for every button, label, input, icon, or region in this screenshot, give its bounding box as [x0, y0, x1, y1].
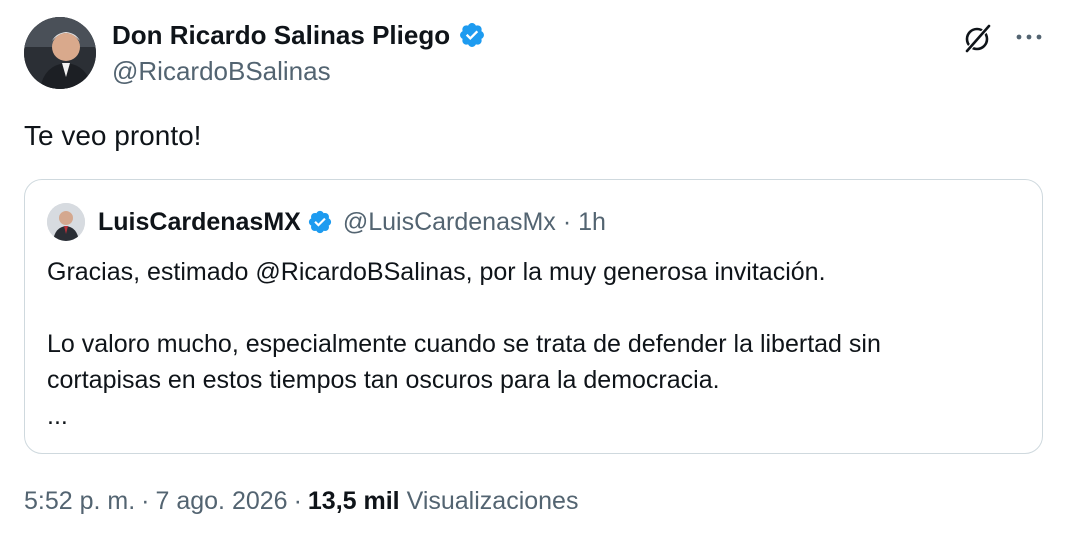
quoted-tweet-header: LuisCardenasMX @LuisCardenasMx · 1h — [98, 206, 606, 238]
author-avatar[interactable] — [24, 17, 96, 89]
quoted-tweet-time[interactable]: 1h — [578, 206, 606, 238]
verified-badge-icon — [308, 210, 331, 234]
tweet-meta: 5:52 p. m. · 7 ago. 2026 · 13,5 mil Visualiz… — [24, 484, 578, 518]
tweet-date[interactable]: 7 ago. 2026 — [156, 487, 288, 515]
quoted-paragraph-2-line-2: cortapisas en estos tiempos tan oscuros … — [47, 366, 720, 394]
verified-badge-icon — [460, 23, 485, 47]
author-name-row[interactable]: Don Ricardo Salinas Pliego — [112, 20, 486, 50]
tweet-time[interactable]: 5:52 p. m. — [24, 487, 135, 515]
more-options-icon[interactable] — [1012, 22, 1046, 52]
tweet-card: Don Ricardo Salinas Pliego @RicardoBSali… — [0, 0, 1074, 536]
quoted-author-name[interactable]: LuisCardenasMX — [98, 206, 301, 238]
quoted-author-avatar-image — [47, 203, 85, 241]
views-label: Visualizaciones — [406, 487, 579, 515]
quoted-tweet-text: Gracias, estimado @RicardoBSalinas, por … — [47, 254, 1007, 434]
quoted-author-avatar[interactable] — [47, 203, 85, 241]
quoted-ellipsis: ... — [47, 402, 68, 430]
quoted-paragraph-2-line-1: Lo valoro mucho, especialmente cuando se… — [47, 330, 881, 358]
quoted-author-handle[interactable]: @LuisCardenasMx — [343, 206, 556, 238]
quoted-tweet[interactable]: LuisCardenasMX @LuisCardenasMx · 1h Grac… — [24, 179, 1043, 454]
views-count: 13,5 mil — [307, 487, 400, 515]
author-name[interactable]: Don Ricardo Salinas Pliego — [112, 20, 450, 50]
separator-dot: · — [141, 487, 150, 515]
quoted-paragraph-1: Gracias, estimado @RicardoBSalinas, por … — [47, 258, 826, 286]
separator-dot: · — [293, 487, 302, 515]
separator-dot: · — [562, 208, 572, 236]
author-avatar-image — [24, 17, 96, 89]
author-handle[interactable]: @RicardoBSalinas — [112, 56, 331, 86]
grok-icon[interactable] — [962, 22, 994, 54]
tweet-text: Te veo pronto! — [24, 120, 202, 151]
